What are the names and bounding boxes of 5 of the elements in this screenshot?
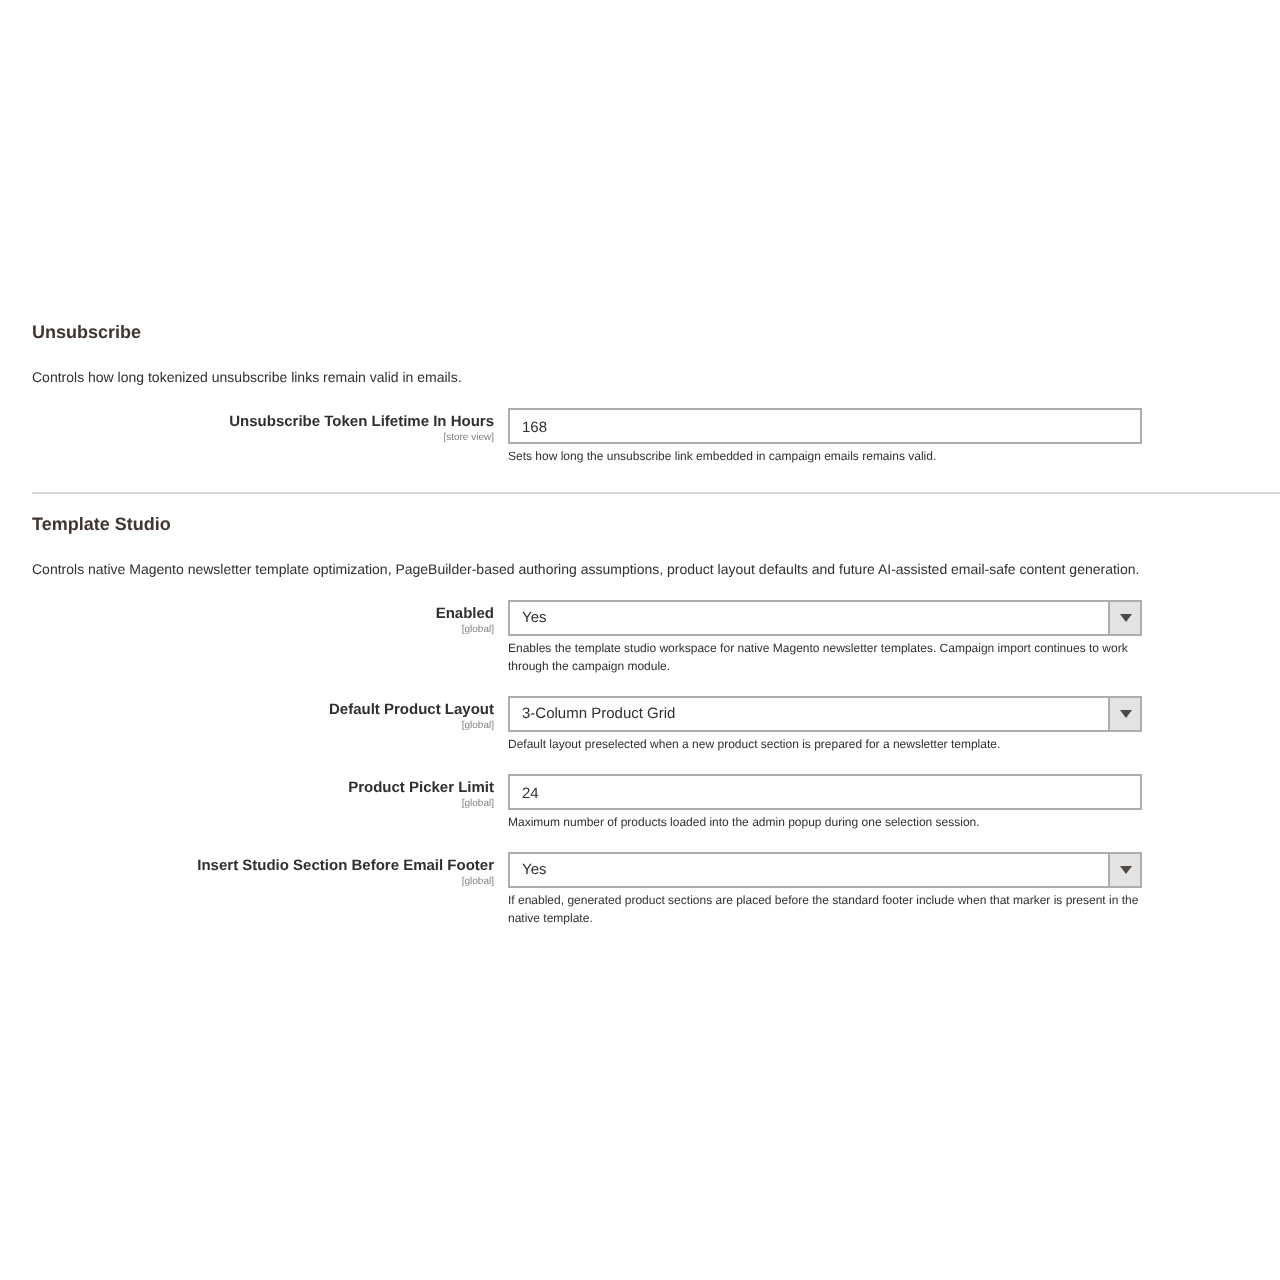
caret-icon bbox=[1108, 698, 1140, 730]
caret-icon bbox=[1108, 602, 1140, 634]
section-title: Unsubscribe bbox=[32, 320, 144, 344]
caret-icon bbox=[1108, 854, 1140, 886]
section-title: Template Studio bbox=[32, 512, 173, 536]
